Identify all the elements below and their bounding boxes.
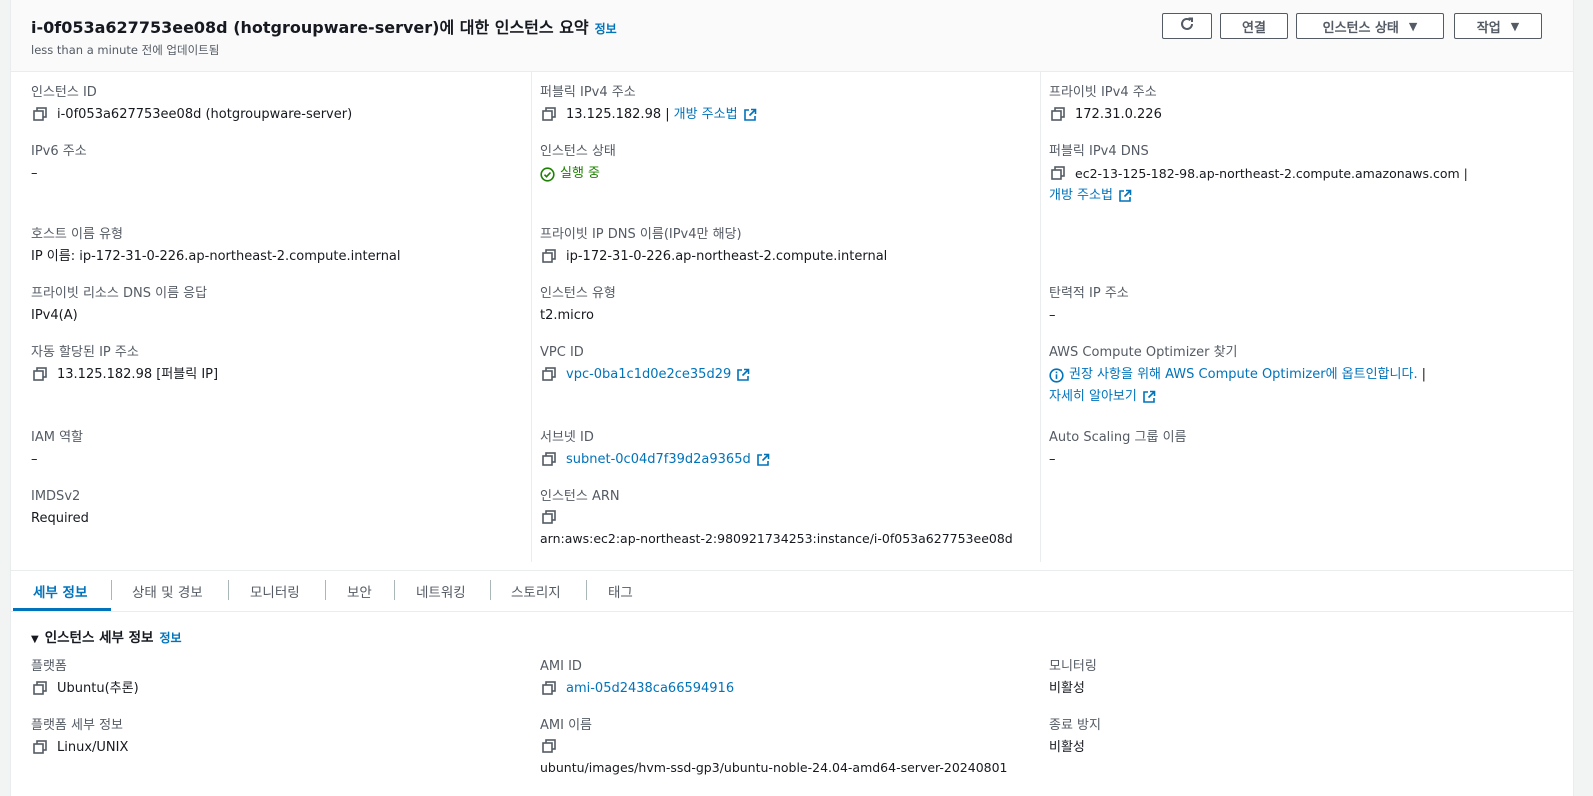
external-link-icon[interactable] [756, 453, 770, 467]
field-public-dns: 퍼블릭 IPv4 DNS ec2-13-125-182-98.ap-northe… [1049, 144, 1468, 205]
check-circle-icon [540, 166, 555, 182]
field-compute-optimizer: AWS Compute Optimizer 찾기 권장 사항을 위해 AWS C… [1049, 345, 1426, 406]
caret-down-icon: ▼ [31, 634, 39, 645]
field-iam-role: IAM 역할 – [31, 430, 83, 467]
info-icon [1049, 367, 1064, 383]
summary-header: i-0f053a627753ee08d (hotgroupware-server… [11, 0, 1573, 72]
column-divider [1040, 72, 1041, 562]
field-imdsv2: IMDSv2 Required [31, 489, 89, 526]
field-private-dns: 프라이빗 IP DNS 이름(IPv4만 해당) ip-172-31-0-226… [540, 227, 888, 265]
tab-divider [490, 580, 491, 600]
active-tab-indicator [13, 608, 111, 611]
column-divider [531, 72, 532, 562]
copy-icon[interactable] [542, 249, 558, 265]
copy-icon[interactable] [33, 681, 49, 697]
copy-icon[interactable] [33, 107, 49, 123]
field-subnet-id: 서브넷 ID subnet-0c04d7f39d2a9365d [540, 429, 770, 469]
field-instance-type: 인스턴스 유형 t2.micro [540, 286, 616, 323]
subnet-id-link[interactable]: subnet-0c04d7f39d2a9365d [566, 451, 751, 469]
tab-details[interactable]: 세부 정보 [33, 581, 87, 601]
tab-networking[interactable]: 네트워킹 [416, 581, 466, 601]
tab-security[interactable]: 보안 [347, 581, 372, 601]
field-private-ipv4: 프라이빗 IPv4 주소 172.31.0.226 [1049, 85, 1162, 123]
tab-storage[interactable]: 스토리지 [511, 581, 561, 601]
copy-icon[interactable] [542, 739, 558, 755]
field-public-ipv4: 퍼블릭 IPv4 주소 13.125.182.98 | 개방 주소법 [540, 84, 757, 124]
copy-icon[interactable] [33, 740, 49, 756]
copy-icon[interactable] [542, 367, 558, 383]
learn-more-link[interactable]: 자세히 알아보기 [1049, 388, 1137, 406]
field-ipv6: IPv6 주소 – [31, 144, 87, 181]
field-hostname-type: 호스트 이름 유형 IP 이름: ip-172-31-0-226.ap-nort… [31, 227, 401, 264]
detail-tabs: 세부 정보 상태 및 경보 모니터링 보안 네트워킹 스토리지 태그 [11, 570, 1573, 612]
vpc-id-link[interactable]: vpc-0ba1c1d0e2ce35d29 [566, 366, 731, 384]
field-instance-state: 인스턴스 상태 실행 중 [540, 144, 616, 182]
info-link[interactable]: 정보 [595, 22, 617, 36]
compute-optimizer-opt-in-link[interactable]: 권장 사항을 위해 AWS Compute Optimizer에 옵트인합니다. [1069, 366, 1418, 384]
field-elastic-ip: 탄력적 IP 주소 – [1049, 286, 1129, 323]
instance-details-section-toggle[interactable]: ▼ 인스턴스 세부 정보 정보 [31, 626, 182, 646]
field-private-resource-dns: 프라이빗 리소스 DNS 이름 응답 IPv4(A) [31, 286, 208, 323]
copy-icon[interactable] [542, 510, 558, 526]
open-address-link[interactable]: 개방 주소법 [674, 106, 738, 124]
field-ami-name: AMI 이름 ubuntu/images/hvm-ssd-gp3/ubuntu-… [540, 718, 1008, 775]
refresh-button[interactable] [1162, 13, 1212, 39]
field-instance-arn: 인스턴스 ARN arn:aws:ec2:ap-northeast-2:9809… [540, 489, 1013, 546]
copy-icon[interactable] [33, 367, 49, 383]
field-monitoring: 모니터링 비활성 [1049, 659, 1097, 696]
tab-tags[interactable]: 태그 [608, 581, 633, 601]
caret-down-icon: ▼ [1408, 19, 1418, 33]
tab-divider [394, 580, 395, 600]
external-link-icon[interactable] [1118, 189, 1132, 203]
field-auto-scaling: Auto Scaling 그룹 이름 – [1049, 430, 1187, 467]
instance-summary-panel: i-0f053a627753ee08d (hotgroupware-server… [10, 0, 1574, 796]
tab-divider [111, 580, 112, 600]
ami-id-link[interactable]: ami-05d2438ca66594916 [566, 680, 734, 698]
copy-icon[interactable] [542, 452, 558, 468]
info-link[interactable]: 정보 [159, 631, 181, 645]
last-updated-text: less than a minute 전에 업데이트됨 [31, 43, 220, 57]
tab-divider [586, 580, 587, 600]
field-ami-id: AMI ID ami-05d2438ca66594916 [540, 659, 735, 698]
connect-button[interactable]: 연결 [1220, 13, 1288, 39]
field-termination-protection: 종료 방지 비활성 [1049, 718, 1101, 755]
field-platform-details: 플랫폼 세부 정보 Linux/UNIX [31, 718, 129, 756]
tab-divider [325, 580, 326, 600]
instance-state-button[interactable]: 인스턴스 상태 ▼ [1296, 13, 1444, 39]
field-auto-ip: 자동 할당된 IP 주소 13.125.182.98 [퍼블릭 IP] [31, 345, 219, 383]
actions-button[interactable]: 작업 ▼ [1454, 13, 1542, 39]
external-link-icon[interactable] [1142, 390, 1156, 404]
field-platform: 플랫폼 Ubuntu(추론) [31, 659, 139, 697]
tab-status-alarms[interactable]: 상태 및 경보 [132, 581, 203, 601]
external-link-icon[interactable] [743, 108, 757, 122]
copy-icon[interactable] [1051, 166, 1067, 182]
caret-down-icon: ▼ [1510, 19, 1520, 33]
copy-icon[interactable] [1051, 107, 1067, 123]
open-address-link[interactable]: 개방 주소법 [1049, 187, 1113, 205]
copy-icon[interactable] [542, 107, 558, 123]
field-vpc-id: VPC ID vpc-0ba1c1d0e2ce35d29 [540, 344, 750, 384]
copy-icon[interactable] [542, 681, 558, 697]
tab-divider [228, 580, 229, 600]
page-title: i-0f053a627753ee08d (hotgroupware-server… [31, 18, 617, 37]
external-link-icon[interactable] [736, 368, 750, 382]
field-instance-id: 인스턴스 ID i-0f053a627753ee08d (hotgroupwar… [31, 85, 353, 123]
tab-monitoring[interactable]: 모니터링 [250, 581, 300, 601]
refresh-icon [1179, 16, 1195, 36]
